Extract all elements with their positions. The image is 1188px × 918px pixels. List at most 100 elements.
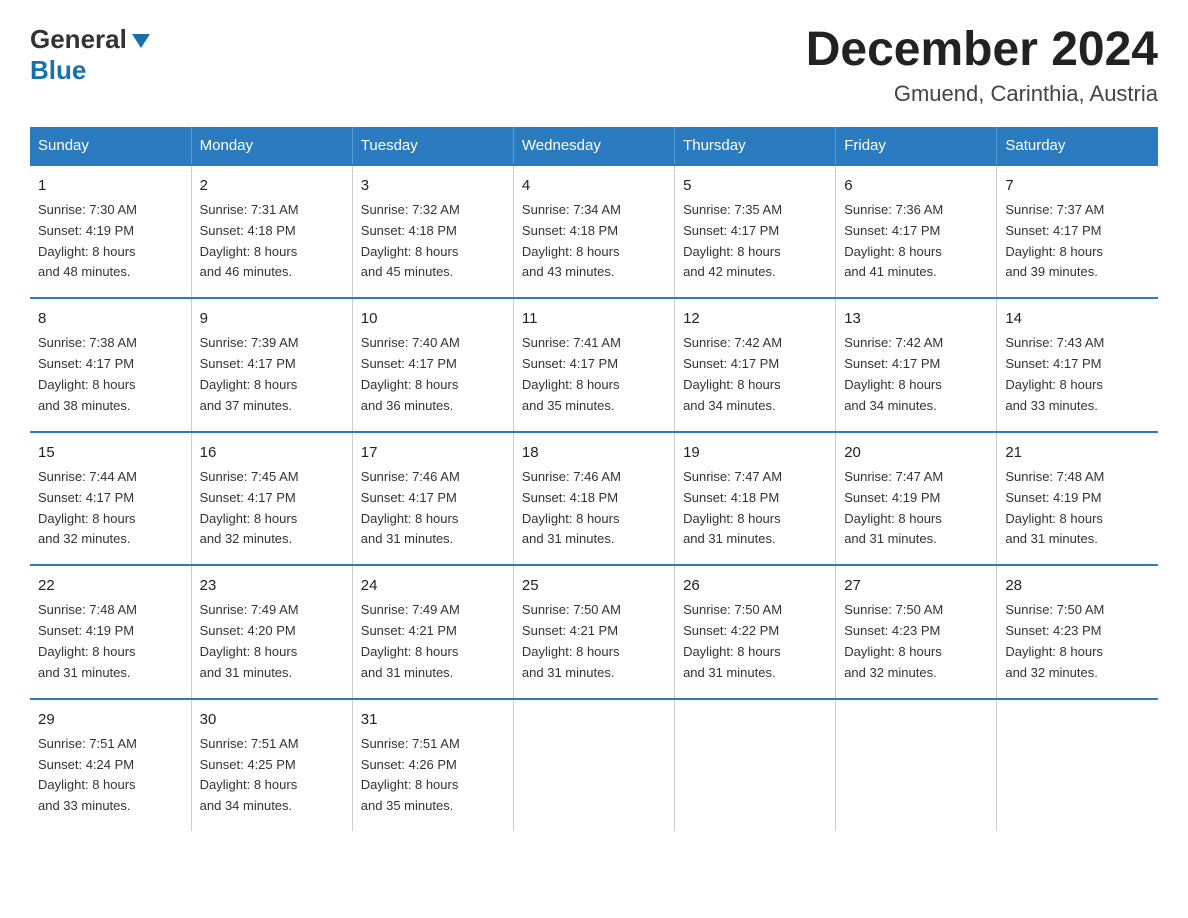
- day-number: 25: [522, 574, 666, 597]
- day-info: Sunrise: 7:47 AM Sunset: 4:18 PM Dayligh…: [683, 467, 827, 550]
- calendar-table: SundayMondayTuesdayWednesdayThursdayFrid…: [30, 127, 1158, 831]
- day-info: Sunrise: 7:50 AM Sunset: 4:23 PM Dayligh…: [844, 600, 988, 683]
- day-number: 14: [1005, 307, 1150, 330]
- weekday-header-monday: Monday: [191, 127, 352, 165]
- day-number: 16: [200, 441, 344, 464]
- day-info: Sunrise: 7:37 AM Sunset: 4:17 PM Dayligh…: [1005, 200, 1150, 283]
- day-info: Sunrise: 7:49 AM Sunset: 4:21 PM Dayligh…: [361, 600, 505, 683]
- day-number: 24: [361, 574, 505, 597]
- day-info: Sunrise: 7:36 AM Sunset: 4:17 PM Dayligh…: [844, 200, 988, 283]
- calendar-cell-2-4: 11 Sunrise: 7:41 AM Sunset: 4:17 PM Dayl…: [513, 298, 674, 431]
- calendar-cell-2-3: 10 Sunrise: 7:40 AM Sunset: 4:17 PM Dayl…: [352, 298, 513, 431]
- day-info: Sunrise: 7:46 AM Sunset: 4:17 PM Dayligh…: [361, 467, 505, 550]
- page-header: General Blue December 2024 Gmuend, Carin…: [30, 24, 1158, 107]
- calendar-week-1: 1 Sunrise: 7:30 AM Sunset: 4:19 PM Dayli…: [30, 165, 1158, 298]
- weekday-header-wednesday: Wednesday: [513, 127, 674, 165]
- day-number: 8: [38, 307, 183, 330]
- calendar-cell-1-6: 6 Sunrise: 7:36 AM Sunset: 4:17 PM Dayli…: [836, 165, 997, 298]
- calendar-cell-3-6: 20 Sunrise: 7:47 AM Sunset: 4:19 PM Dayl…: [836, 432, 997, 565]
- calendar-cell-5-4: [513, 699, 674, 831]
- day-number: 11: [522, 307, 666, 330]
- calendar-week-4: 22 Sunrise: 7:48 AM Sunset: 4:19 PM Dayl…: [30, 565, 1158, 698]
- day-number: 19: [683, 441, 827, 464]
- calendar-cell-2-2: 9 Sunrise: 7:39 AM Sunset: 4:17 PM Dayli…: [191, 298, 352, 431]
- calendar-cell-3-1: 15 Sunrise: 7:44 AM Sunset: 4:17 PM Dayl…: [30, 432, 191, 565]
- day-info: Sunrise: 7:46 AM Sunset: 4:18 PM Dayligh…: [522, 467, 666, 550]
- calendar-cell-3-4: 18 Sunrise: 7:46 AM Sunset: 4:18 PM Dayl…: [513, 432, 674, 565]
- calendar-cell-2-7: 14 Sunrise: 7:43 AM Sunset: 4:17 PM Dayl…: [997, 298, 1158, 431]
- weekday-header-sunday: Sunday: [30, 127, 191, 165]
- logo-general-text: General: [30, 24, 127, 55]
- calendar-cell-1-4: 4 Sunrise: 7:34 AM Sunset: 4:18 PM Dayli…: [513, 165, 674, 298]
- logo-blue-text: Blue: [30, 55, 86, 85]
- calendar-cell-1-3: 3 Sunrise: 7:32 AM Sunset: 4:18 PM Dayli…: [352, 165, 513, 298]
- day-number: 9: [200, 307, 344, 330]
- day-info: Sunrise: 7:47 AM Sunset: 4:19 PM Dayligh…: [844, 467, 988, 550]
- logo: General Blue: [30, 24, 152, 86]
- day-info: Sunrise: 7:44 AM Sunset: 4:17 PM Dayligh…: [38, 467, 183, 550]
- day-number: 2: [200, 174, 344, 197]
- day-info: Sunrise: 7:38 AM Sunset: 4:17 PM Dayligh…: [38, 333, 183, 416]
- day-info: Sunrise: 7:51 AM Sunset: 4:24 PM Dayligh…: [38, 734, 183, 817]
- calendar-cell-5-1: 29 Sunrise: 7:51 AM Sunset: 4:24 PM Dayl…: [30, 699, 191, 831]
- calendar-week-3: 15 Sunrise: 7:44 AM Sunset: 4:17 PM Dayl…: [30, 432, 1158, 565]
- calendar-cell-1-5: 5 Sunrise: 7:35 AM Sunset: 4:17 PM Dayli…: [675, 165, 836, 298]
- day-number: 18: [522, 441, 666, 464]
- day-number: 6: [844, 174, 988, 197]
- day-number: 29: [38, 708, 183, 731]
- calendar-cell-5-5: [675, 699, 836, 831]
- calendar-cell-2-1: 8 Sunrise: 7:38 AM Sunset: 4:17 PM Dayli…: [30, 298, 191, 431]
- day-number: 30: [200, 708, 344, 731]
- day-info: Sunrise: 7:51 AM Sunset: 4:25 PM Dayligh…: [200, 734, 344, 817]
- day-number: 27: [844, 574, 988, 597]
- weekday-header-tuesday: Tuesday: [352, 127, 513, 165]
- title-area: December 2024 Gmuend, Carinthia, Austria: [806, 24, 1158, 107]
- calendar-cell-2-6: 13 Sunrise: 7:42 AM Sunset: 4:17 PM Dayl…: [836, 298, 997, 431]
- calendar-cell-3-2: 16 Sunrise: 7:45 AM Sunset: 4:17 PM Dayl…: [191, 432, 352, 565]
- weekday-header-friday: Friday: [836, 127, 997, 165]
- day-number: 20: [844, 441, 988, 464]
- day-info: Sunrise: 7:30 AM Sunset: 4:19 PM Dayligh…: [38, 200, 183, 283]
- day-number: 31: [361, 708, 505, 731]
- calendar-cell-5-6: [836, 699, 997, 831]
- calendar-cell-3-5: 19 Sunrise: 7:47 AM Sunset: 4:18 PM Dayl…: [675, 432, 836, 565]
- location-subtitle: Gmuend, Carinthia, Austria: [806, 81, 1158, 107]
- day-info: Sunrise: 7:40 AM Sunset: 4:17 PM Dayligh…: [361, 333, 505, 416]
- day-info: Sunrise: 7:31 AM Sunset: 4:18 PM Dayligh…: [200, 200, 344, 283]
- day-info: Sunrise: 7:32 AM Sunset: 4:18 PM Dayligh…: [361, 200, 505, 283]
- day-info: Sunrise: 7:48 AM Sunset: 4:19 PM Dayligh…: [1005, 467, 1150, 550]
- day-info: Sunrise: 7:51 AM Sunset: 4:26 PM Dayligh…: [361, 734, 505, 817]
- day-info: Sunrise: 7:50 AM Sunset: 4:23 PM Dayligh…: [1005, 600, 1150, 683]
- day-number: 22: [38, 574, 183, 597]
- calendar-cell-4-5: 26 Sunrise: 7:50 AM Sunset: 4:22 PM Dayl…: [675, 565, 836, 698]
- day-number: 10: [361, 307, 505, 330]
- calendar-cell-2-5: 12 Sunrise: 7:42 AM Sunset: 4:17 PM Dayl…: [675, 298, 836, 431]
- calendar-cell-1-2: 2 Sunrise: 7:31 AM Sunset: 4:18 PM Dayli…: [191, 165, 352, 298]
- calendar-header-row: SundayMondayTuesdayWednesdayThursdayFrid…: [30, 127, 1158, 165]
- calendar-cell-4-4: 25 Sunrise: 7:50 AM Sunset: 4:21 PM Dayl…: [513, 565, 674, 698]
- day-info: Sunrise: 7:39 AM Sunset: 4:17 PM Dayligh…: [200, 333, 344, 416]
- day-info: Sunrise: 7:34 AM Sunset: 4:18 PM Dayligh…: [522, 200, 666, 283]
- day-number: 17: [361, 441, 505, 464]
- month-title: December 2024: [806, 24, 1158, 77]
- day-info: Sunrise: 7:35 AM Sunset: 4:17 PM Dayligh…: [683, 200, 827, 283]
- calendar-cell-3-3: 17 Sunrise: 7:46 AM Sunset: 4:17 PM Dayl…: [352, 432, 513, 565]
- calendar-cell-5-3: 31 Sunrise: 7:51 AM Sunset: 4:26 PM Dayl…: [352, 699, 513, 831]
- day-number: 5: [683, 174, 827, 197]
- calendar-cell-1-7: 7 Sunrise: 7:37 AM Sunset: 4:17 PM Dayli…: [997, 165, 1158, 298]
- day-info: Sunrise: 7:42 AM Sunset: 4:17 PM Dayligh…: [683, 333, 827, 416]
- calendar-cell-1-1: 1 Sunrise: 7:30 AM Sunset: 4:19 PM Dayli…: [30, 165, 191, 298]
- day-info: Sunrise: 7:50 AM Sunset: 4:21 PM Dayligh…: [522, 600, 666, 683]
- day-number: 1: [38, 174, 183, 197]
- day-info: Sunrise: 7:45 AM Sunset: 4:17 PM Dayligh…: [200, 467, 344, 550]
- calendar-cell-4-2: 23 Sunrise: 7:49 AM Sunset: 4:20 PM Dayl…: [191, 565, 352, 698]
- day-number: 12: [683, 307, 827, 330]
- day-number: 7: [1005, 174, 1150, 197]
- day-info: Sunrise: 7:49 AM Sunset: 4:20 PM Dayligh…: [200, 600, 344, 683]
- day-info: Sunrise: 7:42 AM Sunset: 4:17 PM Dayligh…: [844, 333, 988, 416]
- day-number: 23: [200, 574, 344, 597]
- day-info: Sunrise: 7:43 AM Sunset: 4:17 PM Dayligh…: [1005, 333, 1150, 416]
- calendar-cell-5-2: 30 Sunrise: 7:51 AM Sunset: 4:25 PM Dayl…: [191, 699, 352, 831]
- day-number: 28: [1005, 574, 1150, 597]
- weekday-header-thursday: Thursday: [675, 127, 836, 165]
